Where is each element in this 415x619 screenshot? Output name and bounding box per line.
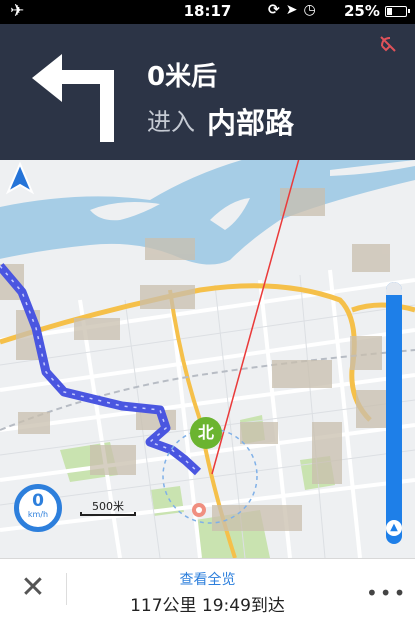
eta-summary: 117公里 19:49到达 (130, 596, 285, 616)
battery-percent: 25% (344, 2, 380, 20)
status-bar: ✈ 18:17 ⟳➤◷ 25% (0, 0, 415, 24)
overview-button[interactable]: 查看全览 (0, 569, 415, 589)
map-scale: 500米 (78, 498, 138, 516)
route-progress-bar (386, 282, 402, 544)
battery-icon (385, 6, 410, 17)
north-marker: 北 (190, 417, 222, 449)
speed-unit: km/h (27, 510, 49, 519)
bottom-bar: ✕ 查看全览 117公里 19:49到达 ••• (0, 558, 415, 619)
progress-location-icon: ▲ (386, 520, 402, 536)
speed-value: 0 (32, 491, 44, 511)
scale-bar (80, 512, 136, 516)
route-progress-done (386, 282, 402, 296)
turn-left-icon (32, 54, 114, 142)
location-icon: ➤ (285, 2, 304, 18)
navigation-header: 0米后 进入 内部路 (0, 24, 415, 160)
current-location-icon (5, 161, 35, 195)
battery-fill (387, 8, 392, 15)
maneuver-distance: 0米后 (147, 62, 218, 92)
maneuver-action: 进入 (147, 108, 195, 136)
more-icon[interactable]: ••• (366, 581, 407, 605)
speedometer: 0 km/h (14, 484, 62, 532)
next-road-name: 内部路 (207, 106, 295, 140)
map-canvas[interactable] (0, 160, 415, 558)
sound-off-icon[interactable] (378, 34, 398, 54)
rotation-lock-icon: ⟳ (268, 2, 286, 18)
status-icons: ⟳➤◷ (268, 2, 322, 18)
alarm-icon: ◷ (303, 2, 322, 18)
map-view[interactable]: 北 0 km/h 500米 ▲ (0, 160, 415, 558)
